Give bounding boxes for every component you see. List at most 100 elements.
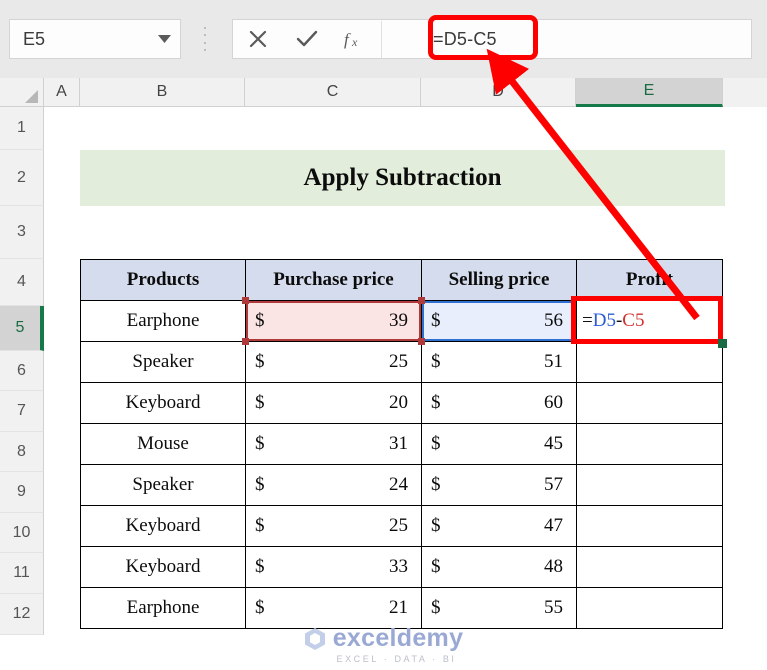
column-header-c[interactable]: C <box>245 78 421 107</box>
cell-d8-selling[interactable]: $45 <box>422 424 577 465</box>
table-row[interactable]: Speaker $25 $51 <box>81 342 723 383</box>
table-row[interactable]: Speaker $24 $57 <box>81 465 723 506</box>
cell-e6-profit[interactable] <box>577 342 723 383</box>
row-header-9[interactable]: 9 <box>0 472 44 513</box>
table-row[interactable]: Keyboard $20 $60 <box>81 383 723 424</box>
row-header-4[interactable]: 4 <box>0 259 44 306</box>
table-row[interactable]: Earphone $21 $55 <box>81 588 723 629</box>
cell-c6-purchase[interactable]: $25 <box>246 342 422 383</box>
active-cell-formula-text: =D5-C5 <box>577 310 644 331</box>
amount: 60 <box>441 392 568 414</box>
row-header-7[interactable]: 7 <box>0 391 44 432</box>
cell-b8-product[interactable]: Mouse <box>81 424 246 465</box>
column-header-row: A B C D E <box>0 78 767 107</box>
currency-symbol: $ <box>431 351 441 373</box>
currency-symbol: $ <box>255 310 265 332</box>
cell-e11-profit[interactable] <box>577 547 723 588</box>
currency-symbol: $ <box>255 597 265 619</box>
spreadsheet-grid: A B C D E 1 2 3 4 5 6 7 8 9 10 11 12 App… <box>0 78 767 670</box>
amount: 51 <box>441 351 568 373</box>
range-handle[interactable] <box>418 338 425 345</box>
amount: 25 <box>265 351 413 373</box>
cell-c9-purchase[interactable]: $24 <box>246 465 422 506</box>
cell-c8-purchase[interactable]: $31 <box>246 424 422 465</box>
row-header-6[interactable]: 6 <box>0 351 44 391</box>
column-header-a[interactable]: A <box>44 78 80 107</box>
cancel-x-icon[interactable] <box>233 20 282 58</box>
cell-e9-profit[interactable] <box>577 465 723 506</box>
col-header-selling-price: Selling price <box>422 260 577 301</box>
cell-e12-profit[interactable] <box>577 588 723 629</box>
cell-c7-purchase[interactable]: $20 <box>246 383 422 424</box>
row-header-12[interactable]: 12 <box>0 594 44 635</box>
select-all-corner[interactable] <box>0 78 44 107</box>
cell-d5-selling[interactable]: $ 56 <box>422 301 577 342</box>
currency-symbol: $ <box>255 474 265 496</box>
table-body: Earphone $ 39 <box>81 301 723 629</box>
cell-d9-selling[interactable]: $57 <box>422 465 577 506</box>
row-header-2[interactable]: 2 <box>0 150 44 206</box>
row-header-1[interactable]: 1 <box>0 107 44 150</box>
cell-c10-purchase[interactable]: $25 <box>246 506 422 547</box>
cell-b9-product[interactable]: Speaker <box>81 465 246 506</box>
cell-c11-purchase[interactable]: $33 <box>246 547 422 588</box>
currency-symbol: $ <box>431 515 441 537</box>
enter-check-icon[interactable] <box>282 20 331 58</box>
fill-handle[interactable] <box>718 339 727 348</box>
amount: 47 <box>441 515 568 537</box>
cell-d11-selling[interactable]: $48 <box>422 547 577 588</box>
cell-b6-product[interactable]: Speaker <box>81 342 246 383</box>
insert-function-fx-icon[interactable]: f x <box>331 20 380 58</box>
row-header-11[interactable]: 11 <box>0 553 44 594</box>
column-header-b[interactable]: B <box>80 78 245 107</box>
table-row[interactable]: Earphone $ 39 <box>81 301 723 342</box>
row-header-3[interactable]: 3 <box>0 206 44 259</box>
formula-equals: = <box>582 310 593 331</box>
row-header-10[interactable]: 10 <box>0 513 44 553</box>
formula-bar-divider <box>381 21 382 58</box>
formula-bar[interactable]: f x =D5-C5 <box>232 19 752 59</box>
cell-b12-product[interactable]: Earphone <box>81 588 246 629</box>
cell-b10-product[interactable]: Keyboard <box>81 506 246 547</box>
currency-symbol: $ <box>431 310 441 332</box>
amount: 31 <box>265 433 413 455</box>
cell-e5-profit-active[interactable]: =D5-C5 <box>577 301 723 342</box>
cell-d6-selling[interactable]: $51 <box>422 342 577 383</box>
data-table: Products Purchase price Selling price Pr… <box>80 259 723 629</box>
cell-e8-profit[interactable] <box>577 424 723 465</box>
cell-b5-product[interactable]: Earphone <box>81 301 246 342</box>
table-row[interactable]: Mouse $31 $45 <box>81 424 723 465</box>
cell-e7-profit[interactable] <box>577 383 723 424</box>
table-row[interactable]: Keyboard $33 $48 <box>81 547 723 588</box>
table-row[interactable]: Keyboard $25 $47 <box>81 506 723 547</box>
cell-b11-product[interactable]: Keyboard <box>81 547 246 588</box>
col-header-profit: Profit <box>577 260 723 301</box>
amount: 21 <box>265 597 413 619</box>
range-handle[interactable] <box>242 297 249 304</box>
svg-text:f: f <box>344 30 351 49</box>
cell-d7-selling[interactable]: $60 <box>422 383 577 424</box>
col-header-products: Products <box>81 260 246 301</box>
amount: 24 <box>265 474 413 496</box>
svg-text:x: x <box>351 35 358 49</box>
column-header-e[interactable]: E <box>576 78 723 107</box>
name-box[interactable]: E5 <box>9 19 181 59</box>
amount: 20 <box>265 392 413 414</box>
cell-d12-selling[interactable]: $55 <box>422 588 577 629</box>
excel-window: E5 <box>0 0 767 670</box>
currency-symbol: $ <box>255 351 265 373</box>
row-header-5[interactable]: 5 <box>0 306 44 351</box>
chevron-down-icon[interactable] <box>154 35 180 43</box>
row-header-8[interactable]: 8 <box>0 432 44 472</box>
range-handle[interactable] <box>418 297 425 304</box>
cell-b7-product[interactable]: Keyboard <box>81 383 246 424</box>
cell-c12-purchase[interactable]: $21 <box>246 588 422 629</box>
currency-symbol: $ <box>255 556 265 578</box>
column-header-d[interactable]: D <box>421 78 576 107</box>
cell-d10-selling[interactable]: $47 <box>422 506 577 547</box>
cell-c5-purchase[interactable]: $ 39 <box>246 301 422 342</box>
cell-e10-profit[interactable] <box>577 506 723 547</box>
range-handle[interactable] <box>242 338 249 345</box>
amount: 55 <box>441 597 568 619</box>
amount: 45 <box>441 433 568 455</box>
